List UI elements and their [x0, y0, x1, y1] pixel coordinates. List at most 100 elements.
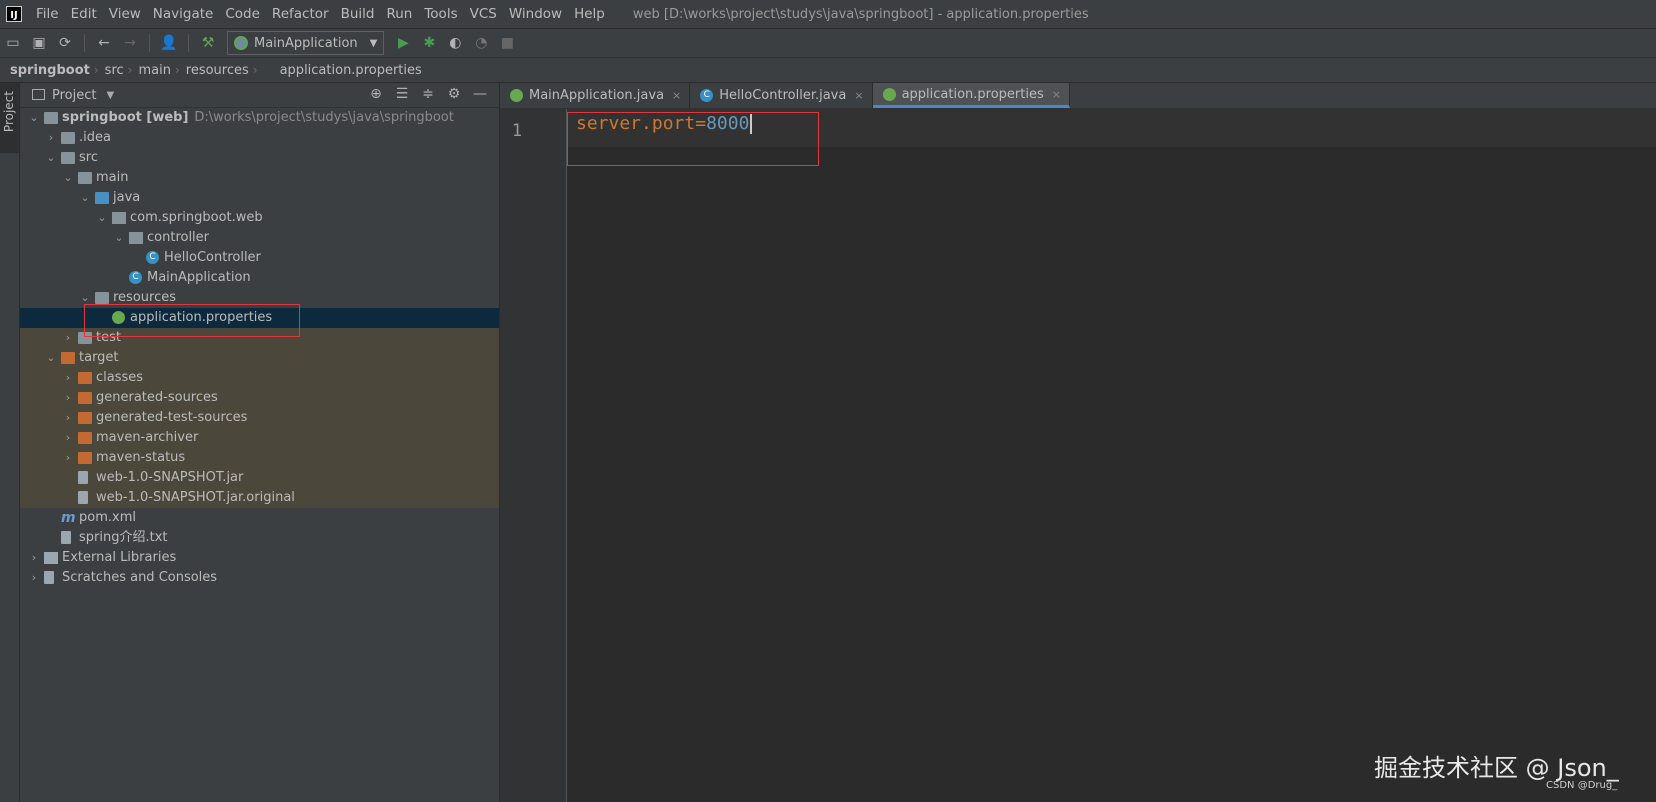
- folder-orange-icon: [78, 452, 92, 464]
- editor-gutter: 1: [500, 109, 567, 802]
- tree-item[interactable]: › maven-archiver: [20, 428, 499, 448]
- menu-file[interactable]: File: [30, 0, 65, 28]
- tree-item[interactable]: spring介绍.txt: [20, 528, 499, 548]
- tree-item[interactable]: ⌄ target: [20, 348, 499, 368]
- jar-icon: [78, 471, 88, 484]
- project-panel: Project ▼ ⊕ ☰ ≑ ⚙ — ⌄ springboot [web] D:\…: [20, 83, 500, 802]
- chevron-down-icon[interactable]: ⌄: [45, 348, 57, 368]
- tree-item[interactable]: m pom.xml: [20, 508, 499, 528]
- run-config-label: MainApplication: [254, 35, 358, 51]
- class-icon: C: [146, 251, 159, 264]
- chevron-down-icon[interactable]: ⌄: [79, 188, 91, 208]
- coverage-icon[interactable]: ◐: [444, 32, 466, 54]
- chevron-right-icon[interactable]: ›: [62, 368, 74, 388]
- close-icon[interactable]: ×: [854, 89, 863, 102]
- tree-item[interactable]: › generated-test-sources: [20, 408, 499, 428]
- editor-tab[interactable]: MainApplication.java ×: [500, 83, 691, 108]
- chevron-right-icon[interactable]: ›: [62, 428, 74, 448]
- stop-icon[interactable]: ■: [496, 32, 518, 54]
- tree-item[interactable]: ⌄ main: [20, 168, 499, 188]
- tree-item[interactable]: › classes: [20, 368, 499, 388]
- breadcrumb-item[interactable]: application.properties: [258, 63, 426, 78]
- breadcrumb-item[interactable]: src: [99, 63, 128, 78]
- menu-vcs[interactable]: VCS: [464, 0, 503, 28]
- project-panel-title[interactable]: Project: [52, 88, 96, 103]
- chevron-down-icon[interactable]: ⌄: [45, 148, 57, 168]
- highlight-box-code: [567, 112, 819, 166]
- menu-refactor[interactable]: Refactor: [266, 0, 335, 28]
- tree-item-label: java: [113, 190, 141, 205]
- minimize-icon[interactable]: —: [467, 86, 493, 102]
- breadcrumb-item[interactable]: main: [132, 63, 174, 78]
- menu-code[interactable]: Code: [219, 0, 266, 28]
- chevron-down-icon[interactable]: ▼: [106, 90, 114, 101]
- watermark: 掘金技术社区 @ Json_: [1374, 754, 1619, 782]
- close-icon[interactable]: ×: [1052, 88, 1061, 101]
- run-icon[interactable]: ▶: [392, 32, 414, 54]
- tree-item[interactable]: › Scratches and Consoles: [20, 568, 499, 588]
- menu-edit[interactable]: Edit: [65, 0, 103, 28]
- project-tool-tab[interactable]: Project: [0, 83, 19, 153]
- chevron-right-icon[interactable]: ›: [62, 408, 74, 428]
- tree-item[interactable]: ⌄ springboot [web] D:\works\project\studys…: [20, 108, 499, 128]
- back-icon[interactable]: ←: [93, 32, 115, 54]
- folder-icon: [44, 112, 58, 124]
- sync-icon[interactable]: ⟳: [54, 32, 76, 54]
- expand-all-icon[interactable]: ☰: [389, 86, 415, 102]
- run-configuration-select[interactable]: MainApplication ▼: [227, 31, 385, 55]
- tree-item-label: generated-sources: [96, 390, 218, 405]
- tree-item[interactable]: ⌄ java: [20, 188, 499, 208]
- menu-run[interactable]: Run: [380, 0, 418, 28]
- chevron-right-icon[interactable]: ›: [62, 388, 74, 408]
- debug-icon[interactable]: ✱: [418, 32, 440, 54]
- tree-item[interactable]: › .idea: [20, 128, 499, 148]
- tree-item-label: maven-archiver: [96, 430, 199, 445]
- collapse-all-icon[interactable]: ≑: [415, 86, 441, 102]
- user-icon[interactable]: 👤: [158, 32, 180, 54]
- save-icon[interactable]: ▣: [28, 32, 50, 54]
- menu-navigate[interactable]: Navigate: [147, 0, 220, 28]
- class-icon: C: [129, 271, 142, 284]
- file-icon: [78, 491, 88, 504]
- profile-icon[interactable]: ◔: [470, 32, 492, 54]
- breadcrumb-item[interactable]: resources: [180, 63, 253, 78]
- tree-item[interactable]: ⌄ controller: [20, 228, 499, 248]
- chevron-right-icon[interactable]: ›: [28, 548, 40, 568]
- chevron-down-icon[interactable]: ⌄: [28, 108, 40, 128]
- tree-item[interactable]: ⌄ com.springboot.web: [20, 208, 499, 228]
- tree-item[interactable]: C HelloController: [20, 248, 499, 268]
- menu-window[interactable]: Window: [503, 0, 568, 28]
- open-folder-icon[interactable]: ▭: [2, 32, 24, 54]
- tree-item[interactable]: › maven-status: [20, 448, 499, 468]
- chevron-down-icon[interactable]: ⌄: [62, 168, 74, 188]
- menu-view[interactable]: View: [103, 0, 147, 28]
- file-icon: [61, 531, 71, 544]
- tree-item[interactable]: › generated-sources: [20, 388, 499, 408]
- chevron-down-icon[interactable]: ⌄: [113, 228, 125, 248]
- line-number: 1: [511, 121, 523, 141]
- chevron-down-icon[interactable]: ⌄: [96, 208, 108, 228]
- close-icon[interactable]: ×: [672, 89, 681, 102]
- chevron-right-icon[interactable]: ›: [45, 128, 57, 148]
- tree-item-label: src: [79, 150, 98, 165]
- tree-item[interactable]: web-1.0-SNAPSHOT.jar.original: [20, 488, 499, 508]
- tree-item[interactable]: › External Libraries: [20, 548, 499, 568]
- menu-build[interactable]: Build: [335, 0, 381, 28]
- menu-help[interactable]: Help: [568, 0, 611, 28]
- tree-item[interactable]: web-1.0-SNAPSHOT.jar: [20, 468, 499, 488]
- chevron-right-icon[interactable]: ›: [28, 568, 40, 588]
- breadcrumb-item[interactable]: springboot: [0, 63, 94, 78]
- menu-tools[interactable]: Tools: [418, 0, 463, 28]
- tree-item[interactable]: ⌄ src: [20, 148, 499, 168]
- forward-icon[interactable]: →: [119, 32, 141, 54]
- editor-tab[interactable]: application.properties ×: [872, 83, 1070, 108]
- chevron-right-icon[interactable]: ›: [62, 448, 74, 468]
- toolbar-divider: [84, 34, 85, 52]
- tree-item[interactable]: C MainApplication: [20, 268, 499, 288]
- chevron-right-icon[interactable]: ›: [62, 328, 74, 348]
- tree-item-label: springboot [web]: [62, 110, 189, 125]
- gear-icon[interactable]: ⚙: [441, 86, 467, 102]
- editor-tab[interactable]: C HelloController.java ×: [690, 83, 873, 108]
- build-hammer-icon[interactable]: ⚒: [197, 32, 219, 54]
- locate-icon[interactable]: ⊕: [363, 86, 389, 102]
